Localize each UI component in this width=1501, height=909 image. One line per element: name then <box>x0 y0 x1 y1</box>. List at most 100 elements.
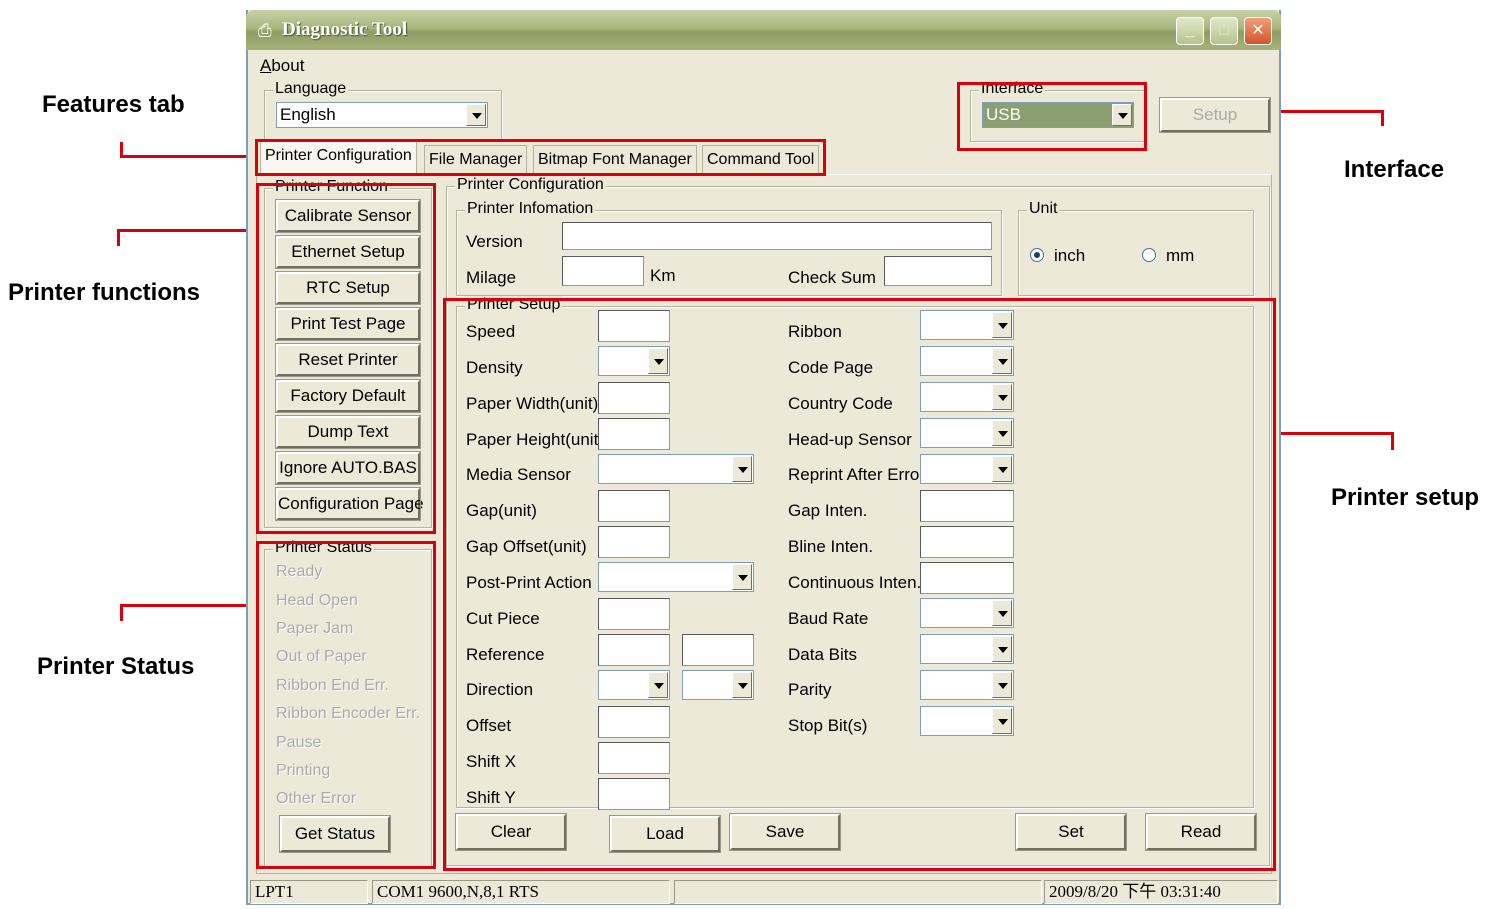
ribbon-label: Ribbon <box>788 322 842 341</box>
country-code-select[interactable] <box>920 382 1014 412</box>
status-other-error: Other Error <box>276 790 357 807</box>
continuous-inten-field[interactable] <box>920 562 1014 594</box>
version-label: Version <box>466 232 523 251</box>
rtc-setup-button[interactable]: RTC Setup <box>275 271 421 305</box>
chevron-down-icon[interactable] <box>648 672 668 698</box>
calibrate-sensor-button[interactable]: Calibrate Sensor <box>275 199 421 233</box>
interface-select[interactable]: USB <box>982 102 1134 128</box>
density-select[interactable] <box>598 346 670 376</box>
gap-offset-field[interactable] <box>598 526 670 558</box>
chevron-down-icon[interactable] <box>992 384 1012 410</box>
milage-field[interactable] <box>562 256 644 286</box>
minimize-button[interactable]: _ <box>1176 17 1204 45</box>
code-page-label: Code Page <box>788 358 874 377</box>
direction-label: Direction <box>466 680 534 699</box>
ethernet-setup-button[interactable]: Ethernet Setup <box>275 235 421 269</box>
set-button[interactable]: Set <box>1015 813 1127 851</box>
chevron-down-icon[interactable] <box>466 104 486 126</box>
title-bar[interactable]: ⎙ Diagnostic Tool _ □ ✕ <box>246 10 1281 50</box>
print-test-page-button[interactable]: Print Test Page <box>275 307 421 341</box>
gap-field[interactable] <box>598 490 670 522</box>
shift-y-field[interactable] <box>598 778 670 810</box>
chevron-down-icon[interactable] <box>992 456 1012 482</box>
chevron-down-icon[interactable] <box>992 636 1012 662</box>
chevron-down-icon[interactable] <box>992 708 1012 734</box>
statusbar-com-settings: COM1 9600,N,8,1 RTS <box>372 880 670 904</box>
maximize-button[interactable]: □ <box>1210 17 1238 45</box>
load-button[interactable]: Load <box>609 815 721 853</box>
paper-height-field[interactable] <box>598 418 670 450</box>
chevron-down-icon[interactable] <box>992 672 1012 698</box>
language-select[interactable]: English <box>276 102 488 128</box>
media-sensor-label: Media Sensor <box>466 465 571 484</box>
unit-inch-radio[interactable] <box>1030 248 1044 262</box>
reprint-after-error-select[interactable] <box>920 454 1014 484</box>
gap-inten-field[interactable] <box>920 490 1014 522</box>
chevron-down-icon[interactable] <box>992 312 1012 338</box>
unit-inch-label: inch <box>1054 246 1086 265</box>
leader-printer-setup <box>1391 432 1394 450</box>
callout-printer-setup: Printer setup <box>1331 484 1480 511</box>
shift-x-label: Shift X <box>466 752 517 771</box>
baud-rate-select[interactable] <box>920 598 1014 628</box>
check-sum-field[interactable] <box>884 256 992 286</box>
configuration-page-button[interactable]: Configuration Page <box>275 487 424 521</box>
direction-select[interactable] <box>598 670 670 700</box>
close-button[interactable]: ✕ <box>1244 17 1272 45</box>
tab-printer-configuration[interactable]: Printer Configuration <box>260 141 417 175</box>
media-sensor-select[interactable] <box>598 454 754 484</box>
chevron-down-icon[interactable] <box>992 600 1012 626</box>
factory-default-button[interactable]: Factory Default <box>275 379 421 413</box>
post-print-action-select[interactable] <box>598 562 754 592</box>
mirror-select[interactable] <box>682 670 754 700</box>
shift-x-field[interactable] <box>598 742 670 774</box>
stop-bits-label: Stop Bit(s) <box>788 716 868 735</box>
tab-command-tool[interactable]: Command Tool <box>702 145 820 175</box>
chevron-down-icon[interactable] <box>648 348 668 374</box>
speed-field[interactable] <box>598 310 670 342</box>
offset-field[interactable] <box>598 706 670 738</box>
chevron-down-icon[interactable] <box>732 456 752 482</box>
data-bits-label: Data Bits <box>788 645 857 664</box>
bline-inten-label: Bline Inten. <box>788 537 874 556</box>
printer-information-group-title: Printer Infomation <box>465 200 596 218</box>
milage-label: Milage <box>466 268 517 287</box>
stop-bits-select[interactable] <box>920 706 1014 736</box>
get-status-button[interactable]: Get Status <box>279 815 391 853</box>
reprint-after-error-label: Reprint After Error <box>788 465 925 484</box>
shift-y-label: Shift Y <box>466 788 516 807</box>
bline-inten-field[interactable] <box>920 526 1014 558</box>
head-up-sensor-select[interactable] <box>920 418 1014 448</box>
chevron-down-icon[interactable] <box>732 672 752 698</box>
tab-file-manager[interactable]: File Manager <box>424 145 528 175</box>
unit-mm-radio[interactable] <box>1142 248 1156 262</box>
chevron-down-icon[interactable] <box>1112 104 1132 126</box>
chevron-down-icon[interactable] <box>992 420 1012 446</box>
ignore-auto-bas-button[interactable]: Ignore AUTO.BAS <box>275 451 421 485</box>
leader-printer-setup <box>1274 432 1394 435</box>
read-button[interactable]: Read <box>1145 813 1257 851</box>
paper-width-field[interactable] <box>598 382 670 414</box>
clear-button[interactable]: Clear <box>455 813 567 851</box>
chevron-down-icon[interactable] <box>732 564 752 590</box>
tab-bitmap-font-manager[interactable]: Bitmap Font Manager <box>533 145 697 175</box>
save-button[interactable]: Save <box>729 813 841 851</box>
version-field[interactable] <box>562 222 992 250</box>
printer-function-group-title: Printer Function <box>273 178 390 196</box>
reference-y-field[interactable] <box>682 634 754 666</box>
parity-label: Parity <box>788 680 832 699</box>
dump-text-button[interactable]: Dump Text <box>275 415 421 449</box>
language-group-title: Language <box>273 80 349 98</box>
code-page-select[interactable] <box>920 346 1014 376</box>
menu-about[interactable]: About <box>260 56 304 76</box>
chevron-down-icon[interactable] <box>992 348 1012 374</box>
statusbar-port: LPT1 <box>250 880 368 904</box>
interface-setup-button[interactable]: Setup <box>1159 97 1271 133</box>
cut-piece-field[interactable] <box>598 598 670 630</box>
data-bits-select[interactable] <box>920 634 1014 664</box>
status-pause: Pause <box>276 734 322 751</box>
reference-x-field[interactable] <box>598 634 670 666</box>
ribbon-select[interactable] <box>920 310 1014 340</box>
reset-printer-button[interactable]: Reset Printer <box>275 343 421 377</box>
parity-select[interactable] <box>920 670 1014 700</box>
